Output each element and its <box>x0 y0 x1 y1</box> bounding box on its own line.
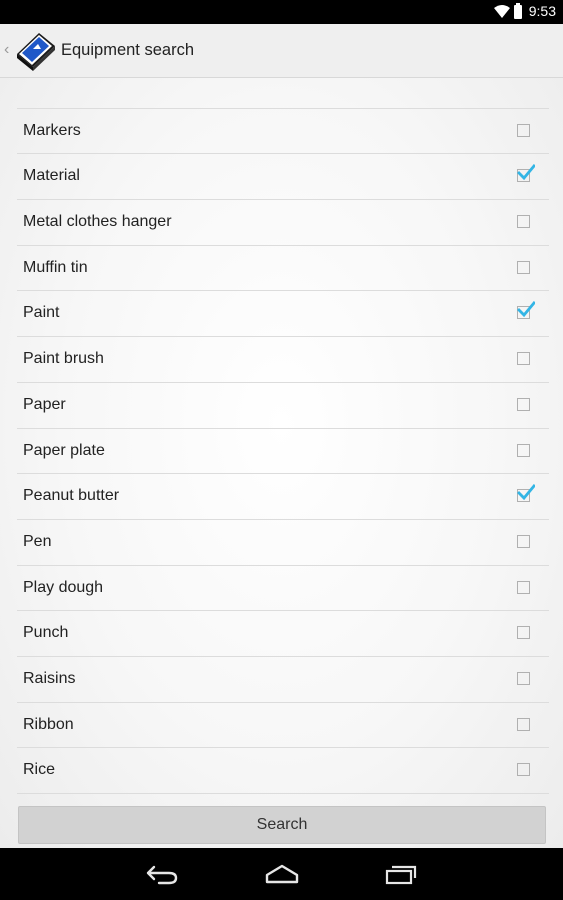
item-checkbox[interactable] <box>517 443 530 457</box>
list-item[interactable]: Ribbon <box>17 703 549 749</box>
checkmark-icon <box>517 164 535 181</box>
list-item-label: Play dough <box>23 578 104 596</box>
item-checkbox[interactable] <box>517 260 530 274</box>
list-item[interactable]: Peanut butter <box>17 474 549 520</box>
list-item[interactable]: Play dough <box>17 566 549 612</box>
app-book-icon[interactable] <box>13 30 57 72</box>
list-item-label: Metal clothes hanger <box>23 213 172 231</box>
item-checkbox[interactable] <box>517 352 530 366</box>
list-item-label: Muffin tin <box>23 258 88 276</box>
back-caret-icon[interactable]: ‹ <box>4 41 9 59</box>
item-checkbox[interactable] <box>517 123 530 137</box>
list-item[interactable]: Metal clothes hanger <box>17 200 549 246</box>
item-checkbox[interactable] <box>517 580 530 594</box>
equipment-list: Laundry pegs Markers Material Metal clothes… <box>17 78 549 794</box>
battery-icon <box>514 3 522 19</box>
list-item-label: Material <box>23 167 80 185</box>
list-item-label: Raisins <box>23 669 76 687</box>
item-checkbox[interactable] <box>517 671 530 685</box>
list-item[interactable]: Laundry pegs <box>17 78 549 109</box>
item-checkbox[interactable] <box>517 484 535 503</box>
recent-apps-icon[interactable] <box>384 861 420 887</box>
status-time: 9:53 <box>528 3 556 19</box>
item-checkbox[interactable] <box>517 626 530 640</box>
item-checkbox[interactable] <box>517 534 530 548</box>
item-checkbox[interactable] <box>517 301 535 320</box>
list-item-label: Paper <box>23 395 66 413</box>
list-item[interactable]: Markers <box>17 109 549 155</box>
list-item-label: Ribbon <box>23 715 74 733</box>
item-checkbox[interactable] <box>517 717 530 731</box>
list-item[interactable]: Muffin tin <box>17 246 549 292</box>
home-icon[interactable] <box>264 861 300 887</box>
list-item[interactable]: Paint brush <box>17 337 549 383</box>
list-item[interactable]: Paint <box>17 291 549 338</box>
list-item[interactable]: Material <box>17 154 549 201</box>
item-checkbox[interactable] <box>517 763 530 777</box>
status-bar: 9:53 <box>0 0 563 24</box>
list-item[interactable]: Pen <box>17 520 549 566</box>
list-item[interactable]: Punch <box>17 611 549 657</box>
list-item-label: Paint brush <box>23 350 104 368</box>
list-item-label: Peanut butter <box>23 487 120 505</box>
search-button[interactable]: Search <box>18 806 546 844</box>
wifi-icon <box>494 5 510 18</box>
navigation-bar <box>0 848 563 900</box>
page-title: Equipment search <box>61 41 194 59</box>
list-item-label: Markers <box>23 121 81 139</box>
list-item-label: Pen <box>23 532 52 550</box>
checkmark-icon <box>517 484 535 501</box>
list-item-label: Paper plate <box>23 441 105 459</box>
checkmark-icon <box>517 301 535 318</box>
list-item[interactable]: Paper plate <box>17 429 549 475</box>
list-item[interactable]: Rice <box>17 748 549 794</box>
list-item-label: Rice <box>23 761 56 779</box>
item-checkbox[interactable] <box>517 164 535 183</box>
item-checkbox[interactable] <box>517 397 530 411</box>
equipment-list-area[interactable]: Laundry pegs Markers Material Metal clothes… <box>0 78 563 848</box>
list-item[interactable]: Paper <box>17 383 549 429</box>
back-icon[interactable] <box>145 861 179 887</box>
action-bar: ‹ Equipment search <box>0 24 563 78</box>
list-item-label: Punch <box>23 624 69 642</box>
list-item-label: Paint <box>23 304 60 322</box>
list-item[interactable]: Raisins <box>17 657 549 703</box>
item-checkbox[interactable] <box>517 215 530 229</box>
